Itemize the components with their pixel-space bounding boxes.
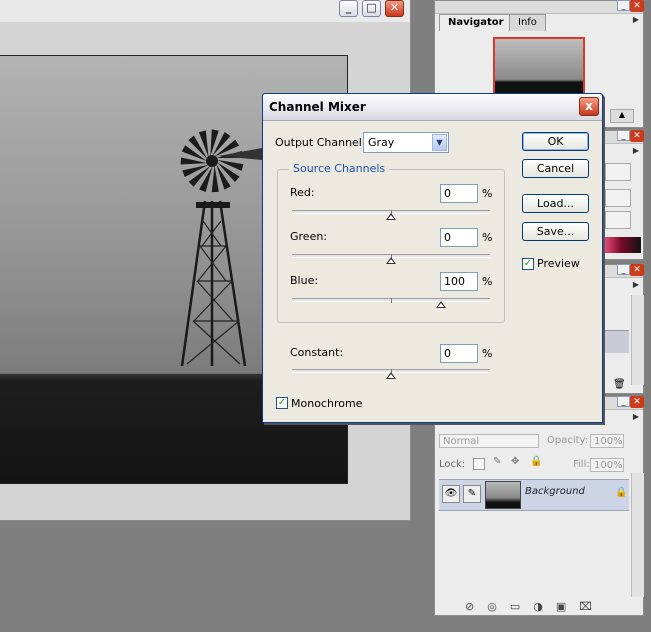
palette-close-button[interactable]: ✕ [630,0,644,12]
red-value-field[interactable]: 0 [440,184,478,203]
monochrome-checkbox[interactable]: ✓ [276,397,288,409]
red-slider-thumb[interactable] [386,213,396,220]
ok-button[interactable]: OK [522,132,589,151]
lock-move-icon[interactable]: ✥ [511,456,519,467]
color-value-field[interactable] [605,189,631,207]
green-label: Green: [290,230,328,243]
preview-checkbox[interactable]: ✓ [522,258,534,270]
minimize-button[interactable]: _ [339,0,358,17]
output-channel-label: Output Channel: [275,136,366,149]
fill-label: Fill: [573,459,590,470]
navigator-preview-thumbnail[interactable] [493,37,585,95]
palette-minimize-button[interactable]: _ [617,0,630,11]
layers-palette: Normal Opacity: 100% Lock: ✎ ✥ 🔒 Fill: 1… [434,396,644,616]
palette-close-button[interactable]: ✕ [630,396,644,408]
palette-menu-arrow-icon[interactable]: ▶ [631,280,641,290]
lock-all-icon[interactable]: 🔒 [530,456,542,467]
palette-menu-arrow-icon[interactable]: ▶ [631,146,641,156]
lock-label: Lock: [439,459,466,470]
palette-minimize-button[interactable]: _ [617,264,630,275]
palette-close-button[interactable]: ✕ [630,264,644,276]
red-percent: % [482,187,493,200]
channel-mixer-dialog: Channel Mixer x Output Channel: Gray ▼ S… [262,93,603,423]
lock-brush-icon[interactable]: ✎ [493,456,501,467]
blue-slider-track[interactable] [292,298,490,308]
brush-icon[interactable]: ✎ [463,485,481,503]
opacity-label: Opacity: [547,435,589,446]
constant-slider-thumb[interactable] [386,372,396,379]
preview-label: Preview [537,257,580,270]
blue-label: Blue: [290,274,319,287]
green-slider-thumb[interactable] [386,257,396,264]
palette-menu-arrow-icon[interactable]: ▶ [631,15,641,25]
layer-name: Background [525,486,585,497]
tab-info[interactable]: Info [509,14,546,31]
palette-minimize-button[interactable]: _ [617,130,630,141]
color-value-field[interactable] [605,211,631,229]
green-slider-track[interactable] [292,254,490,264]
slider-center-tick [391,298,392,303]
document-titlebar: _ □ ✕ [0,0,410,23]
zoom-mountain-icon[interactable]: ▲ [610,109,634,123]
adjustment-icon[interactable]: ◑ [533,600,556,613]
new-layer-icon[interactable]: ▣ [556,600,579,613]
load-button[interactable]: Load... [522,194,589,213]
source-channels-label: Source Channels [289,162,390,175]
save-button[interactable]: Save... [522,222,589,241]
folder-icon[interactable]: ▭ [510,600,533,613]
monochrome-label: Monochrome [291,397,363,410]
constant-value-field[interactable]: 0 [440,344,478,363]
constant-slider-track[interactable] [292,369,490,379]
layer-actions-bar: ⊘◎▭◑▣⌧ [465,600,605,613]
blue-value-field[interactable]: 100 [440,272,478,291]
lock-transparent-icon[interactable] [473,458,485,470]
green-value-field[interactable]: 0 [440,228,478,247]
close-button[interactable]: ✕ [385,0,404,17]
cancel-button[interactable]: Cancel [522,159,589,178]
constant-label: Constant: [290,346,344,359]
output-channel-select[interactable]: Gray ▼ [363,132,449,153]
constant-percent: % [482,347,493,360]
history-state[interactable] [601,330,629,353]
chevron-down-icon[interactable]: ▼ [432,134,447,151]
scrollbar[interactable] [631,295,644,385]
palette-close-button[interactable]: ✕ [630,130,644,142]
trash-icon[interactable]: 🗑 [613,379,626,390]
output-channel-value: Gray [368,136,395,149]
palette-menu-arrow-icon[interactable]: ▶ [631,412,641,422]
layer-lock-icon: 🔒 [615,487,628,498]
opacity-field[interactable]: 100% [590,434,624,448]
color-ramp[interactable] [601,237,641,253]
eye-visibility-icon[interactable]: 👁 [442,485,460,503]
maximize-button[interactable]: □ [362,0,381,17]
scrollbar[interactable] [631,473,644,597]
tab-navigator[interactable]: Navigator [439,14,513,31]
red-slider-track[interactable] [292,210,490,220]
link-icon[interactable]: ⊘ [465,600,487,613]
color-value-field[interactable] [605,163,631,181]
palette-minimize-button[interactable]: _ [617,396,630,407]
red-label: Red: [290,186,315,199]
blue-slider-thumb[interactable] [436,301,446,308]
blue-percent: % [482,275,493,288]
layer-row[interactable]: 👁 ✎ Background 🔒 [439,479,629,511]
trash-icon[interactable]: ⌧ [579,600,605,613]
blend-mode-select[interactable]: Normal [439,434,539,448]
dialog-titlebar[interactable]: Channel Mixer x [263,94,602,121]
dialog-close-button[interactable]: x [579,97,599,116]
dialog-title: Channel Mixer [269,100,366,114]
green-percent: % [482,231,493,244]
fill-field[interactable]: 100% [590,458,624,472]
mask-icon[interactable]: ◎ [487,600,510,613]
layer-thumbnail [485,481,521,509]
palette-titlebar[interactable] [435,1,643,14]
